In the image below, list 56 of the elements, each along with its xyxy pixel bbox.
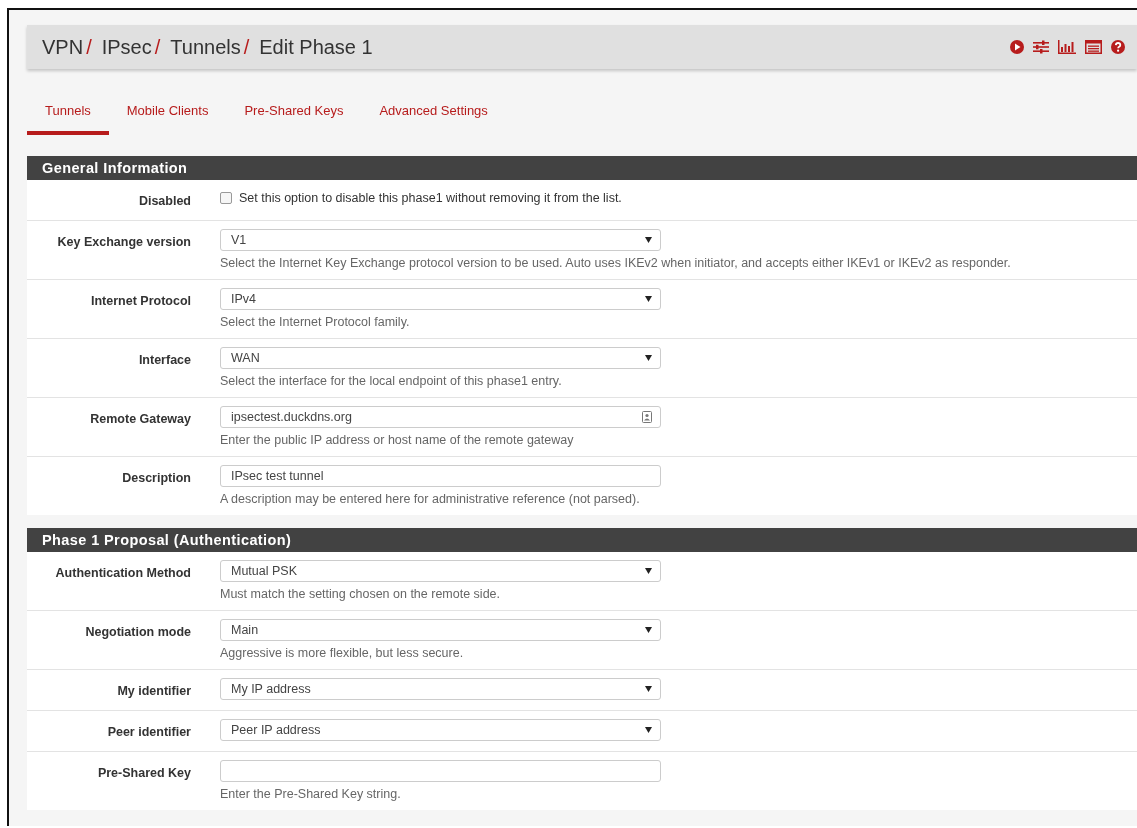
select-field[interactable]: WAN: [220, 347, 661, 369]
breadcrumb-separator: /: [154, 35, 161, 59]
breadcrumb-item: Tunnels: [170, 35, 241, 59]
section-header: Phase 1 Proposal (Authentication): [27, 528, 1137, 552]
select-field[interactable]: IPv4: [220, 288, 661, 310]
field-label: Internet Protocol: [90, 293, 191, 310]
bar-chart-icon[interactable]: [1058, 40, 1076, 54]
help-text: Enter the Pre-Shared Key string.: [220, 787, 402, 801]
tab[interactable]: Tunnels: [27, 91, 109, 135]
field-label: Remote Gateway: [89, 411, 191, 428]
field-label: My identifier: [116, 683, 191, 700]
help-text: Aggressive is more flexible, but less secure.: [220, 646, 465, 660]
caret-icon: [645, 727, 652, 733]
field-label: Peer identifier: [106, 724, 191, 741]
breadcrumb-item: Edit Phase 1: [259, 35, 373, 59]
list-icon[interactable]: [1085, 40, 1102, 54]
help-text: Select the interface for the local endpoint of this phase1 entry.: [220, 374, 563, 388]
field-label: Description: [121, 470, 191, 487]
help-text: Select the Internet Protocol family.: [220, 315, 411, 329]
section-header: General Information: [27, 156, 1137, 180]
select-field[interactable]: V1: [220, 229, 661, 251]
tab[interactable]: Mobile Clients: [108, 91, 227, 135]
caret-icon: [645, 627, 652, 633]
caret-icon: [645, 686, 652, 692]
caret-icon: [645, 296, 652, 302]
select-field[interactable]: My IP address: [220, 678, 661, 700]
field-label: Interface: [137, 352, 191, 369]
select-field[interactable]: Mutual PSK: [220, 560, 661, 582]
input-field[interactable]: [220, 760, 661, 782]
help-text: Enter the public IP address or host name of the remote gateway: [220, 433, 575, 447]
caret-icon: [645, 568, 652, 574]
select-field[interactable]: Peer IP address: [220, 719, 661, 741]
breadcrumb-item: IPsec: [101, 35, 152, 59]
input-field[interactable]: ipsectest.duckdns.org: [220, 406, 661, 428]
checkbox[interactable]: [220, 192, 232, 204]
field-label: Pre-Shared Key: [96, 765, 191, 782]
select-field[interactable]: Main: [220, 619, 661, 641]
field-label: Authentication Method: [54, 565, 191, 582]
breadcrumb-item: VPN: [42, 35, 84, 59]
help-text: Must match the setting chosen on the remote side.: [220, 587, 501, 601]
breadcrumb-separator: /: [86, 35, 92, 59]
help-text: A description may be entered here for administrative reference (not parsed).: [220, 492, 641, 506]
caret-icon: [645, 237, 652, 243]
checkbox-label: Set this option to disable this phase1 without removing it from the list.: [239, 191, 622, 205]
input-field[interactable]: IPsec test tunnel: [220, 465, 661, 487]
sliders-icon[interactable]: [1033, 40, 1049, 54]
field-label: Key Exchange version: [56, 234, 191, 251]
field-label: Disabled: [137, 193, 191, 210]
caret-icon: [645, 355, 652, 361]
tab[interactable]: Advanced Settings: [361, 91, 506, 135]
help-text: Select the Internet Key Exchange protocol version to be used. Auto uses IKEv2 when initiator, and accepts either IKEv1 or IKEv2 as responder.: [220, 256, 1011, 270]
play-icon[interactable]: [1010, 40, 1024, 54]
tab[interactable]: Pre-Shared Keys: [226, 91, 362, 135]
breadcrumb-separator: /: [243, 35, 250, 59]
help-icon[interactable]: [1111, 40, 1125, 54]
field-label: Negotiation mode: [84, 624, 191, 641]
